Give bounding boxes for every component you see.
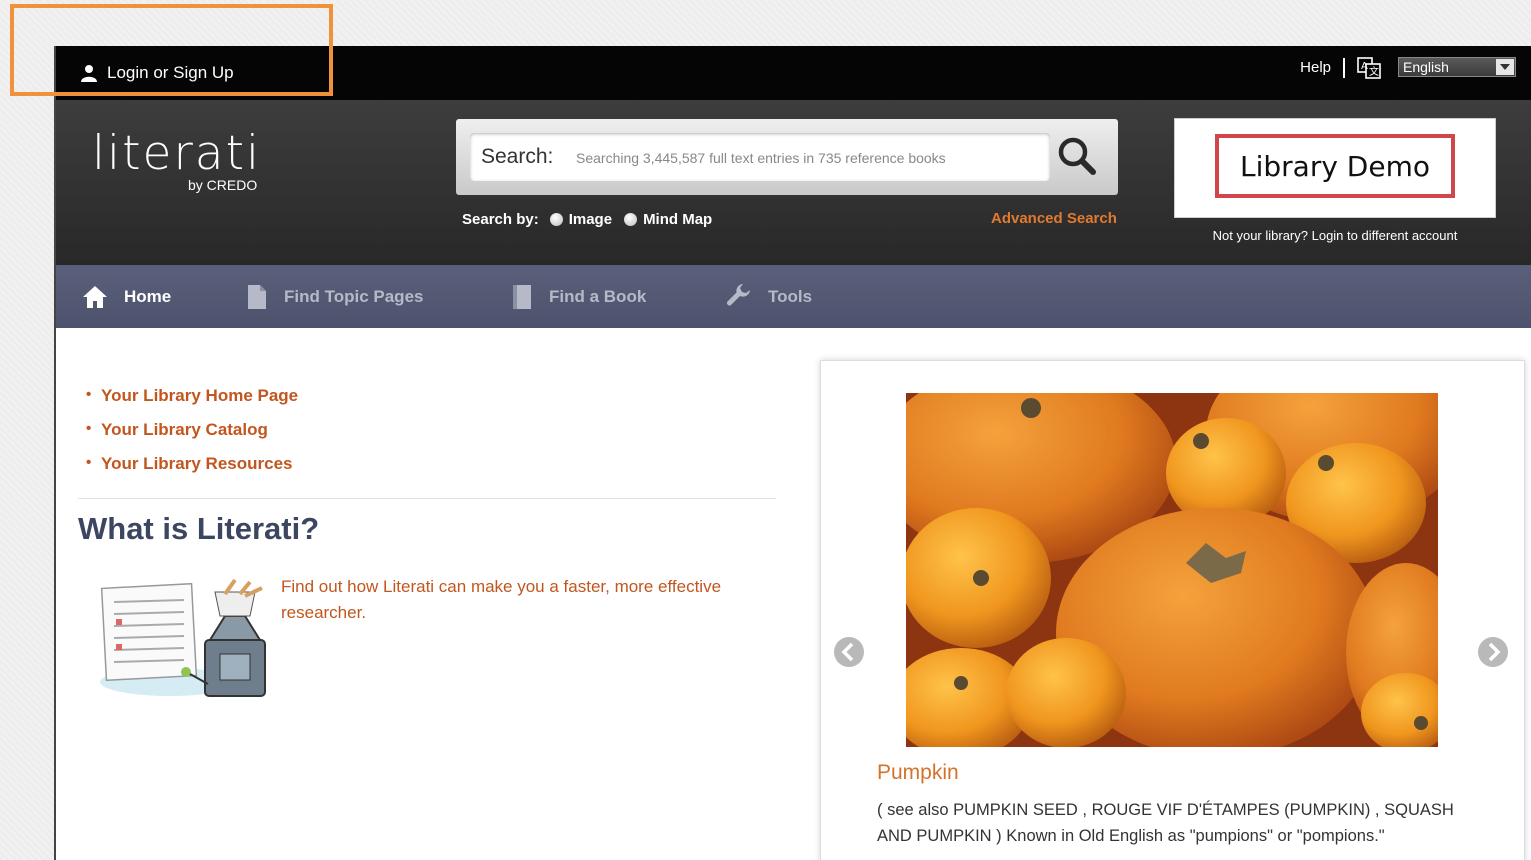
featured-carousel: Pumpkin ( see also PUMPKIN SEED , ROUGE … bbox=[820, 360, 1525, 860]
svg-text:A: A bbox=[1361, 61, 1368, 72]
radio-image[interactable]: Image bbox=[549, 211, 613, 228]
home-icon bbox=[83, 285, 107, 308]
wrench-icon bbox=[727, 283, 750, 305]
user-icon bbox=[81, 65, 97, 82]
svg-text:文: 文 bbox=[1369, 65, 1379, 78]
book-icon bbox=[513, 284, 531, 309]
search-input[interactable] bbox=[574, 143, 1038, 173]
site-header: literati by CREDO Search: Search by: Ima… bbox=[56, 100, 1531, 265]
nav-find-a-book[interactable]: Find a Book bbox=[511, 265, 646, 328]
logo-wordmark: literati bbox=[92, 126, 262, 181]
search-button[interactable] bbox=[1054, 133, 1100, 179]
radio-image-label: Image bbox=[568, 211, 613, 228]
nav-home[interactable]: Home bbox=[82, 265, 171, 328]
logo-tagline: by CREDO bbox=[188, 177, 258, 193]
pumpkin-photo[interactable] bbox=[906, 393, 1438, 747]
link-library-resources[interactable]: Your Library Resources bbox=[86, 454, 298, 474]
section-heading: What is Literati? bbox=[78, 511, 320, 546]
topbar-divider bbox=[1343, 58, 1345, 78]
browser-page: Login or Sign Up Help A 文 English litera… bbox=[54, 46, 1531, 860]
nav-tools-label: Tools bbox=[768, 286, 813, 306]
radio-indicator bbox=[549, 213, 563, 226]
search-panel: Search: bbox=[456, 119, 1118, 195]
search-by-label: Search by: bbox=[462, 211, 539, 228]
search-by-options: Search by: Image Mind Map bbox=[462, 211, 724, 228]
nav-find-topic-pages[interactable]: Find Topic Pages bbox=[246, 265, 423, 328]
language-select[interactable]: English bbox=[1398, 57, 1516, 77]
nav-find-a-book-label: Find a Book bbox=[549, 286, 647, 306]
section-divider bbox=[78, 498, 776, 499]
chevron-down-icon bbox=[1496, 59, 1514, 75]
nav-home-label: Home bbox=[124, 286, 172, 306]
search-label: Search: bbox=[481, 145, 554, 168]
library-name: Library Demo bbox=[1215, 134, 1455, 198]
research-machine-illustration[interactable] bbox=[100, 574, 270, 702]
login-label: Login or Sign Up bbox=[107, 63, 234, 82]
advanced-search-link[interactable]: Advanced Search bbox=[991, 210, 1117, 227]
carousel-next-button[interactable] bbox=[1477, 636, 1509, 668]
search-box: Search: bbox=[470, 133, 1050, 181]
link-library-home-page[interactable]: Your Library Home Page bbox=[86, 386, 298, 406]
top-bar: Login or Sign Up Help A 文 English bbox=[56, 46, 1531, 100]
literati-logo[interactable]: literati by CREDO bbox=[92, 126, 262, 194]
radio-mind-map-label: Mind Map bbox=[643, 211, 713, 228]
library-links: Your Library Home Page Your Library Cata… bbox=[86, 386, 298, 488]
search-icon bbox=[1058, 137, 1096, 175]
link-library-catalog[interactable]: Your Library Catalog bbox=[86, 420, 298, 440]
carousel-item-text: ( see also PUMPKIN SEED , ROUGE VIF D'ÉT… bbox=[877, 801, 1454, 845]
switch-library-link[interactable]: Not your library? Login to different acc… bbox=[1174, 228, 1496, 243]
radio-indicator bbox=[624, 213, 638, 226]
nav-tools[interactable]: Tools bbox=[726, 265, 812, 328]
document-icon bbox=[248, 284, 266, 309]
library-card[interactable]: Library Demo bbox=[1174, 118, 1496, 218]
nav-find-topic-pages-label: Find Topic Pages bbox=[284, 286, 424, 306]
main-nav: Home Find Topic Pages Find a Book Tools bbox=[56, 265, 1531, 328]
login-link[interactable]: Login or Sign Up bbox=[80, 63, 234, 83]
help-link[interactable]: Help bbox=[1300, 59, 1331, 76]
translate-icon[interactable]: A 文 bbox=[1357, 56, 1381, 80]
literati-description-link[interactable]: Find out how Literati can make you a fas… bbox=[281, 574, 771, 626]
language-value: English bbox=[1403, 59, 1449, 75]
radio-mind-map[interactable]: Mind Map bbox=[624, 211, 712, 228]
carousel-item-title[interactable]: Pumpkin bbox=[877, 761, 959, 785]
carousel-prev-button[interactable] bbox=[833, 636, 865, 668]
